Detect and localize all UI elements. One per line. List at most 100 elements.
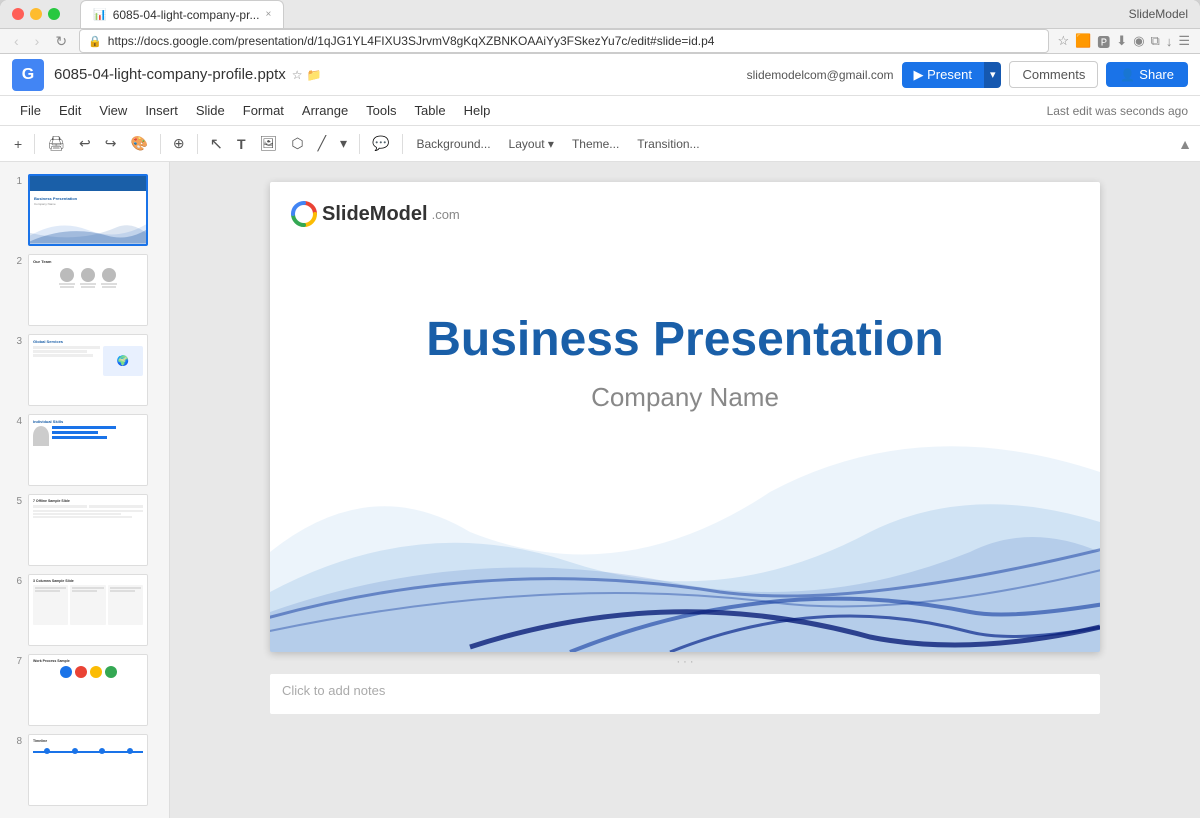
slide-thumbnail-6[interactable]: 6 3 Columns Sample Slide xyxy=(0,570,169,650)
more-tools[interactable]: ▾ xyxy=(334,131,353,156)
menu-bar: File Edit View Insert Slide Format Arran… xyxy=(0,96,1200,126)
slide-num-3: 3 xyxy=(8,334,22,347)
editor-area: SlideModel .com xyxy=(170,162,1200,818)
menu-edit[interactable]: Edit xyxy=(51,99,89,122)
present-arrow-button[interactable]: ▾ xyxy=(984,62,1002,88)
browser-app-name: SlideModel xyxy=(1129,7,1188,21)
menu-arrange[interactable]: Arrange xyxy=(294,99,356,122)
lock-icon: 🔒 xyxy=(88,35,102,48)
text-tool[interactable]: T xyxy=(231,132,252,156)
toolbar-collapse-button[interactable]: ▲ xyxy=(1178,136,1192,152)
separator5 xyxy=(402,134,403,154)
menu-view[interactable]: View xyxy=(91,99,135,122)
address-bar: ‹ › ↻ 🔒 https://docs.google.com/presenta… xyxy=(0,29,1200,54)
minimize-button[interactable] xyxy=(30,8,42,20)
url-bar[interactable]: 🔒 https://docs.google.com/presentation/d… xyxy=(79,29,1049,53)
notes-divider[interactable]: · · · xyxy=(270,652,1100,672)
theme-button[interactable]: Theme... xyxy=(564,133,627,155)
extension-icon4[interactable]: ◉ xyxy=(1133,33,1144,49)
tab-title: 6085-04-light-company-pr... xyxy=(113,8,260,22)
slide-logo-area: SlideModel .com xyxy=(290,200,460,228)
slide-img-3: Global Services 🌍 xyxy=(28,334,148,406)
slide-thumbnail-5[interactable]: 5 7 Offline Sample Slide xyxy=(0,490,169,570)
tab-close-button[interactable]: × xyxy=(265,9,271,20)
notes-area[interactable]: Click to add notes xyxy=(270,674,1100,714)
refresh-button[interactable]: ↻ xyxy=(51,31,71,52)
extension-icon1[interactable]: 🟧 xyxy=(1075,33,1091,49)
extension-icon6[interactable]: ↓ xyxy=(1166,34,1173,49)
browser-tab[interactable]: 📊 6085-04-light-company-pr... × xyxy=(80,0,284,28)
menu-help[interactable]: Help xyxy=(456,99,499,122)
user-email: slidemodelcom@gmail.com xyxy=(747,68,894,82)
slide-thumbnail-1[interactable]: 1 Business Presentation Company Name xyxy=(0,170,169,250)
share-button[interactable]: 👤 Share xyxy=(1106,62,1188,87)
shapes-tool[interactable]: ⬡ xyxy=(285,131,309,156)
slide-canvas[interactable]: SlideModel .com xyxy=(270,182,1100,652)
slide-logo-brand: SlideModel xyxy=(322,203,428,226)
print-button[interactable]: 🖨 xyxy=(41,131,71,156)
menu-file[interactable]: File xyxy=(12,99,49,122)
slide-img-1: Business Presentation Company Name xyxy=(28,174,148,246)
slide-subtitle[interactable]: Company Name xyxy=(270,382,1100,413)
menu-format[interactable]: Format xyxy=(235,99,292,122)
tab-favicon: 📊 xyxy=(93,8,107,21)
select-tool[interactable]: ↖ xyxy=(204,130,229,158)
file-icons: ☆ 📁 xyxy=(292,68,322,82)
redo-button[interactable]: ↪ xyxy=(99,131,123,156)
file-title[interactable]: 6085-04-light-company-profile.pptx xyxy=(54,66,286,83)
close-button[interactable] xyxy=(12,8,24,20)
layout-button[interactable]: Layout ▾ xyxy=(501,133,562,155)
background-button[interactable]: Background... xyxy=(409,133,499,155)
separator1 xyxy=(34,134,35,154)
comment-button[interactable]: 💬 xyxy=(366,131,395,156)
traffic-lights xyxy=(12,8,60,20)
extension-icon7[interactable]: ☰ xyxy=(1178,33,1190,49)
slide-num-1: 1 xyxy=(8,174,22,187)
menu-table[interactable]: Table xyxy=(407,99,454,122)
image-tool[interactable]: 🖼 xyxy=(254,131,284,156)
transition-button[interactable]: Transition... xyxy=(629,133,707,155)
extension-icon5[interactable]: ⧉ xyxy=(1151,33,1160,49)
app-area: G 6085-04-light-company-profile.pptx ☆ 📁… xyxy=(0,54,1200,818)
address-bar-icons: ☆ 🟧 🅿 ⬇ ◉ ⧉ ↓ ☰ xyxy=(1057,32,1190,51)
browser-window: 📊 6085-04-light-company-pr... × SlideMod… xyxy=(0,0,1200,694)
slides-panel: 1 Business Presentation Company Name xyxy=(0,162,170,818)
slide-img-4: Individual Skills xyxy=(28,414,148,486)
present-button[interactable]: ▶ Present xyxy=(902,62,984,88)
slide-wave-background xyxy=(270,392,1100,652)
comments-button[interactable]: Comments xyxy=(1009,61,1098,88)
slide-num-8: 8 xyxy=(8,734,22,747)
slide-thumbnail-7[interactable]: 7 Work Process Sample xyxy=(0,650,169,730)
title-bar: 📊 6085-04-light-company-pr... × SlideMod… xyxy=(0,0,1200,29)
paint-button[interactable]: 🎨 xyxy=(124,131,153,156)
slide-thumbnail-4[interactable]: 4 Individual Skills xyxy=(0,410,169,490)
star-icon[interactable]: ☆ xyxy=(292,68,303,82)
share-label: Share xyxy=(1139,67,1174,82)
slide-img-5: 7 Offline Sample Slide xyxy=(28,494,148,566)
bookmark-icon[interactable]: ☆ xyxy=(1057,33,1069,49)
app-logo: G xyxy=(12,59,44,91)
back-button[interactable]: ‹ xyxy=(10,31,23,51)
line-tool[interactable]: ╱ xyxy=(312,131,332,156)
slide-num-5: 5 xyxy=(8,494,22,507)
maximize-button[interactable] xyxy=(48,8,60,20)
slide-main-title[interactable]: Business Presentation xyxy=(270,312,1100,367)
menu-tools[interactable]: Tools xyxy=(358,99,404,122)
undo-button[interactable]: ↩ xyxy=(73,131,97,156)
slide-thumbnail-8[interactable]: 8 Timeline xyxy=(0,730,169,810)
slide-num-4: 4 xyxy=(8,414,22,427)
extension-icon3[interactable]: ⬇ xyxy=(1116,33,1127,49)
forward-button[interactable]: › xyxy=(31,31,44,51)
zoom-button[interactable]: ⊕ xyxy=(167,131,191,156)
share-icon: 👤 xyxy=(1120,68,1135,82)
present-group: ▶ Present ▾ xyxy=(902,62,1002,88)
menu-insert[interactable]: Insert xyxy=(137,99,186,122)
app-header: G 6085-04-light-company-profile.pptx ☆ 📁… xyxy=(0,54,1200,96)
menu-slide[interactable]: Slide xyxy=(188,99,233,122)
slide-thumbnail-2[interactable]: 2 Our Team xyxy=(0,250,169,330)
add-button[interactable]: + xyxy=(8,132,28,156)
folder-icon[interactable]: 📁 xyxy=(307,68,322,82)
slide-img-8: Timeline xyxy=(28,734,148,806)
extension-icon2[interactable]: 🅿 xyxy=(1097,32,1110,51)
slide-thumbnail-3[interactable]: 3 Global Services 🌍 xyxy=(0,330,169,410)
